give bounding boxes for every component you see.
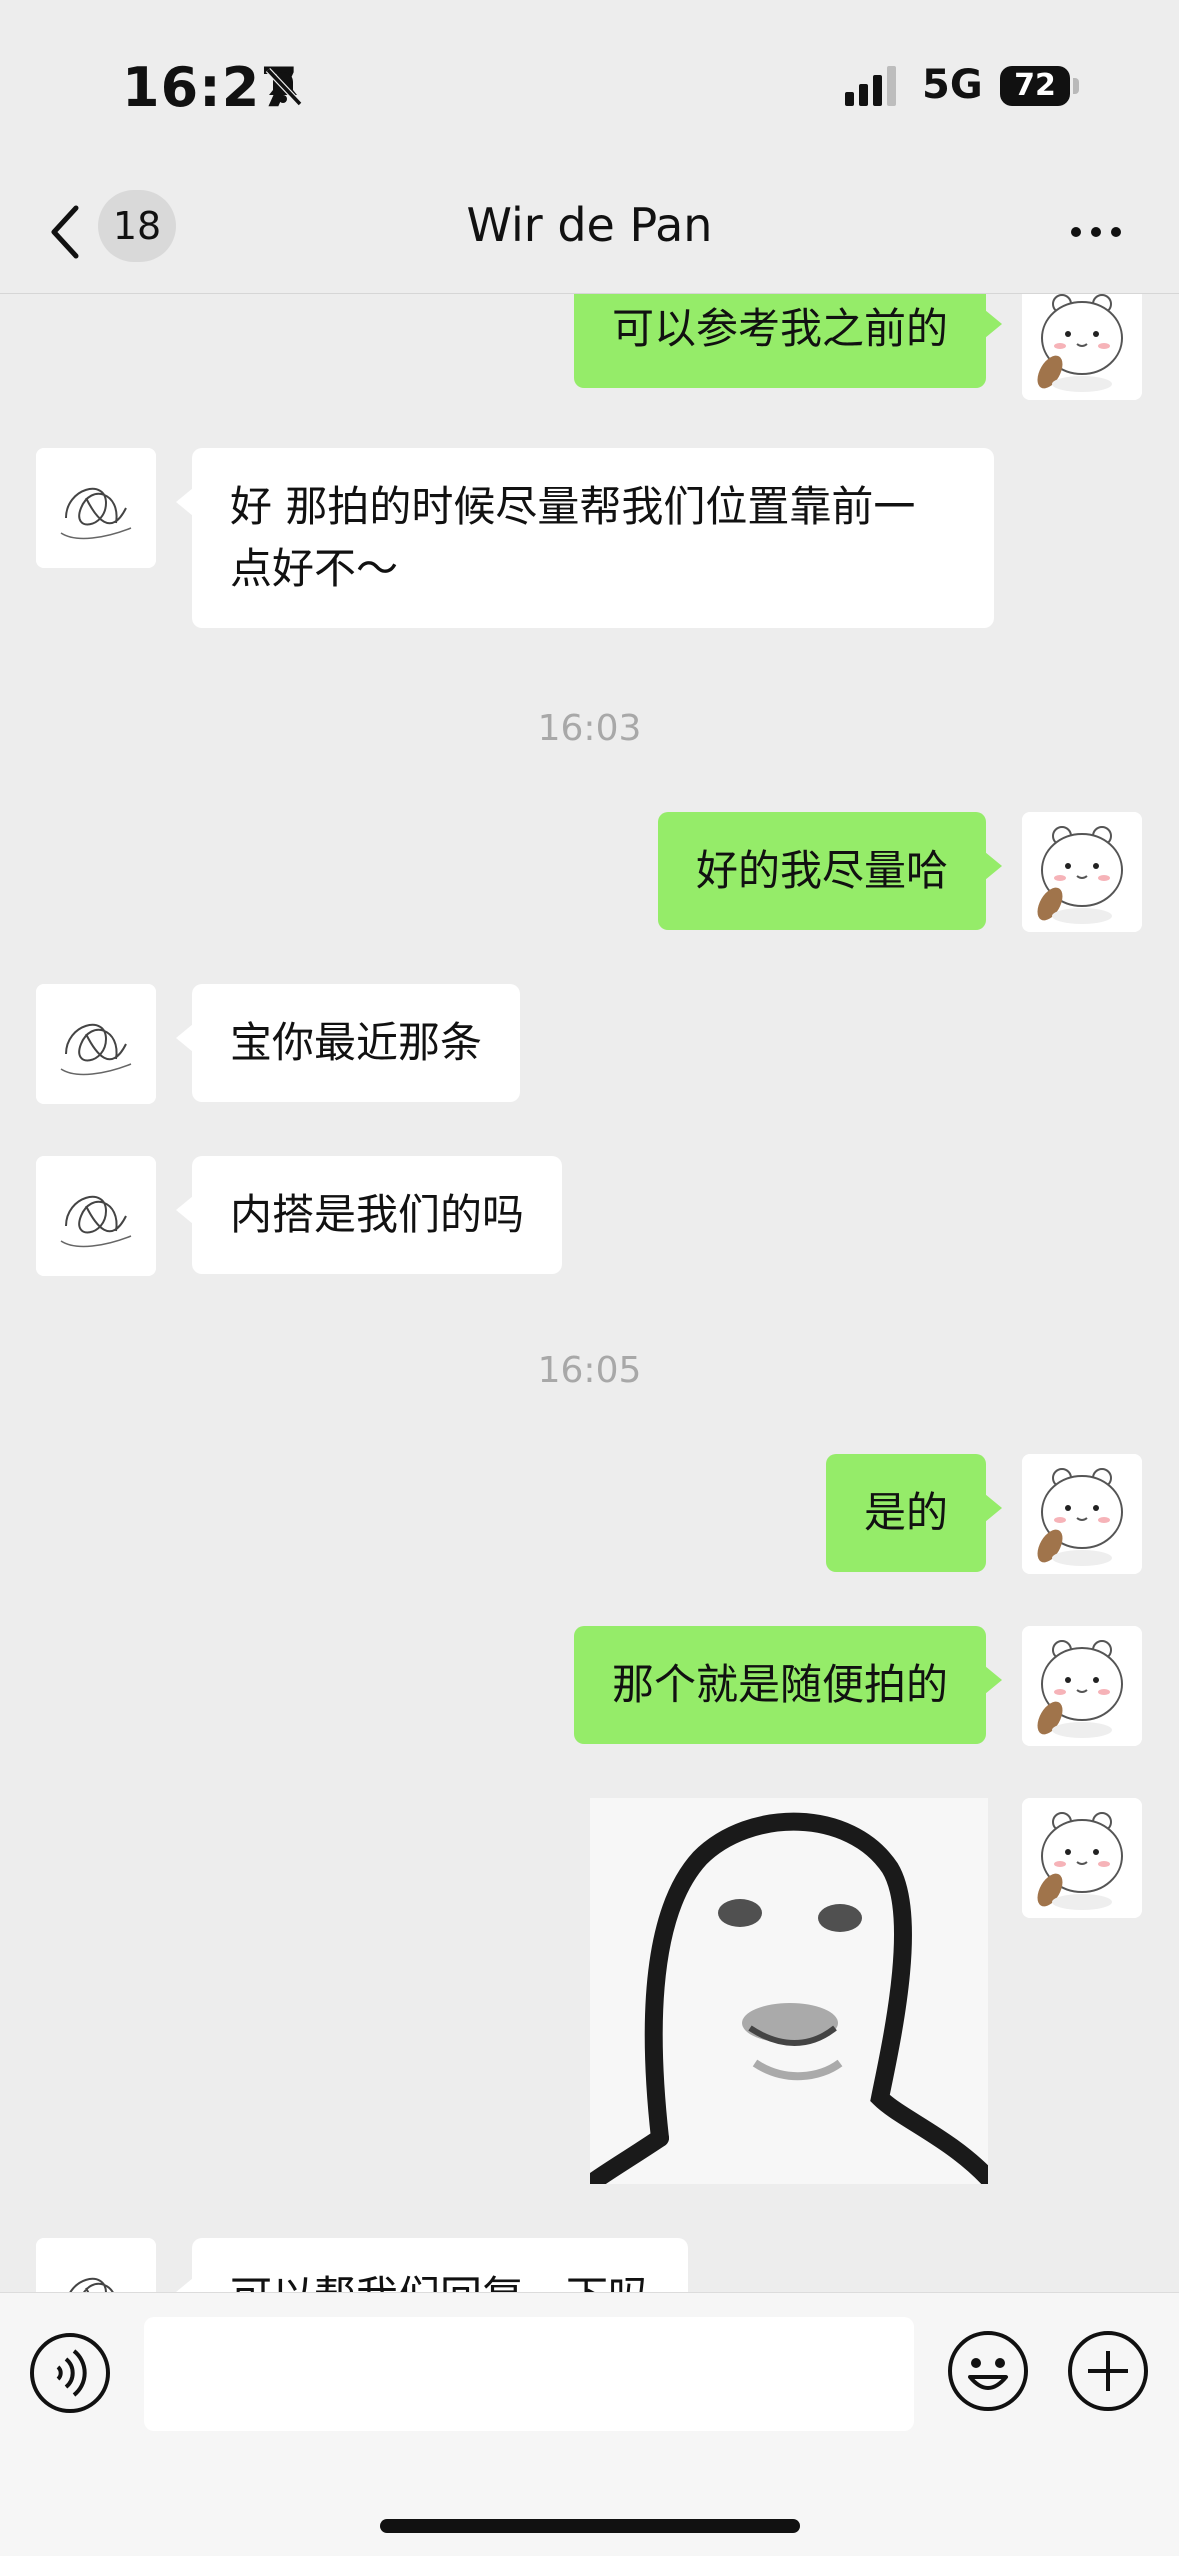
ellipsis-icon[interactable] <box>1068 224 1124 240</box>
message-list[interactable]: 可以参考我之前的 好 那拍的时候尽量帮我们位置靠前一点好不～ 16:03 好的我… <box>0 294 1179 2292</box>
smiley-icon[interactable] <box>946 2329 1030 2413</box>
message-bubble-incoming[interactable]: 可以帮我们回复一下吗 <box>175 2238 689 2292</box>
meme-face-icon <box>590 1798 988 2184</box>
contact-avatar[interactable] <box>36 448 156 568</box>
my-avatar[interactable] <box>1022 812 1142 932</box>
my-avatar[interactable] <box>1022 1798 1142 1918</box>
signature-logo-icon <box>36 1156 156 1276</box>
chat-title: Wir de Pan <box>466 198 713 252</box>
my-avatar[interactable] <box>1022 1626 1142 1746</box>
message-bubble-incoming[interactable]: 宝你最近那条 <box>175 984 521 1102</box>
signature-logo-icon <box>36 2238 156 2292</box>
chat-header: 18 Wir de Pan <box>0 170 1179 294</box>
input-bar <box>0 2292 1179 2556</box>
home-indicator[interactable] <box>380 2519 800 2533</box>
contact-avatar[interactable] <box>36 984 156 1104</box>
battery-level: 72 <box>1000 66 1070 106</box>
signature-logo-icon <box>36 984 156 1104</box>
message-bubble-outgoing[interactable]: 是的 <box>825 1454 1003 1572</box>
message-bubble-outgoing[interactable]: 那个就是随便拍的 <box>573 1626 1003 1744</box>
bear-avatar-icon <box>1022 1798 1142 1918</box>
my-avatar[interactable] <box>1022 1454 1142 1574</box>
plus-circle-icon[interactable] <box>1066 2329 1150 2413</box>
message-bubble-outgoing[interactable]: 可以参考我之前的 <box>573 294 1003 388</box>
message-input[interactable] <box>144 2317 914 2431</box>
status-bar: 16:27 5G 72 <box>0 0 1179 170</box>
meme-face-sticker[interactable] <box>590 1798 988 2184</box>
bear-avatar-icon <box>1022 1626 1142 1746</box>
timestamp: 16:03 <box>537 708 642 749</box>
message-bubble-outgoing[interactable]: 好的我尽量哈 <box>657 812 1003 930</box>
timestamp: 16:05 <box>537 1350 642 1391</box>
bell-slash-icon <box>265 67 303 107</box>
contact-avatar[interactable] <box>36 1156 156 1276</box>
network-type: 5G <box>922 62 983 108</box>
battery-cap <box>1073 78 1079 94</box>
voice-icon[interactable] <box>28 2331 112 2415</box>
my-avatar[interactable] <box>1022 294 1142 400</box>
bear-avatar-icon <box>1022 812 1142 932</box>
message-bubble-incoming[interactable]: 好 那拍的时候尽量帮我们位置靠前一点好不～ <box>176 448 994 628</box>
signature-logo-icon <box>36 448 156 568</box>
bear-avatar-icon <box>1022 294 1142 400</box>
signal-bars-icon <box>845 66 896 106</box>
bear-avatar-icon <box>1022 1454 1142 1574</box>
message-bubble-incoming[interactable]: 内搭是我们的吗 <box>175 1156 563 1274</box>
contact-avatar[interactable] <box>36 2238 156 2292</box>
